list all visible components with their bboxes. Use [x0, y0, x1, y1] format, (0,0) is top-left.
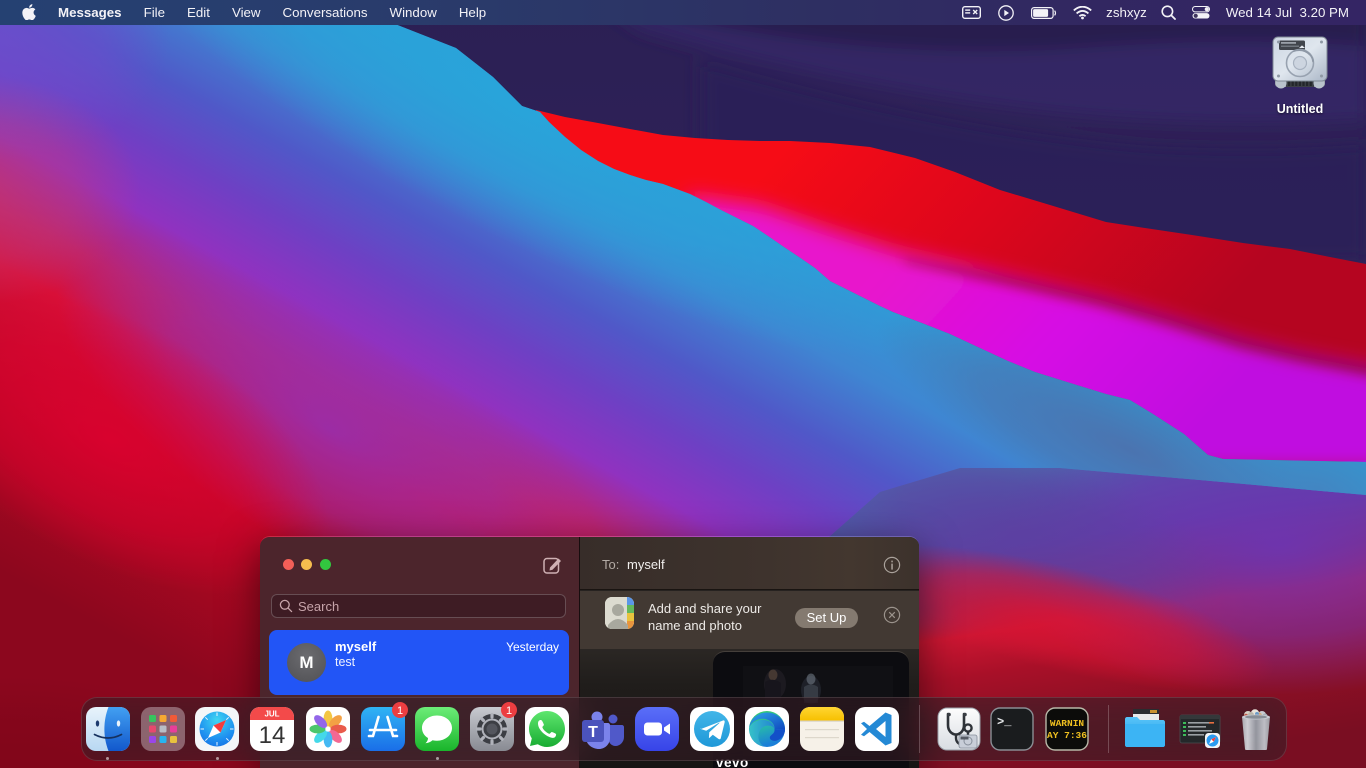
svg-text:AY 7:36: AY 7:36 [1047, 730, 1087, 741]
svg-text:JUL: JUL [264, 710, 279, 719]
svg-text:WARNIN: WARNIN [1050, 718, 1085, 729]
svg-text:T: T [588, 724, 598, 741]
svg-text:1: 1 [506, 705, 512, 717]
svg-text:1: 1 [397, 705, 403, 717]
svg-text:14: 14 [259, 722, 286, 749]
svg-text:>_: >_ [997, 715, 1012, 729]
